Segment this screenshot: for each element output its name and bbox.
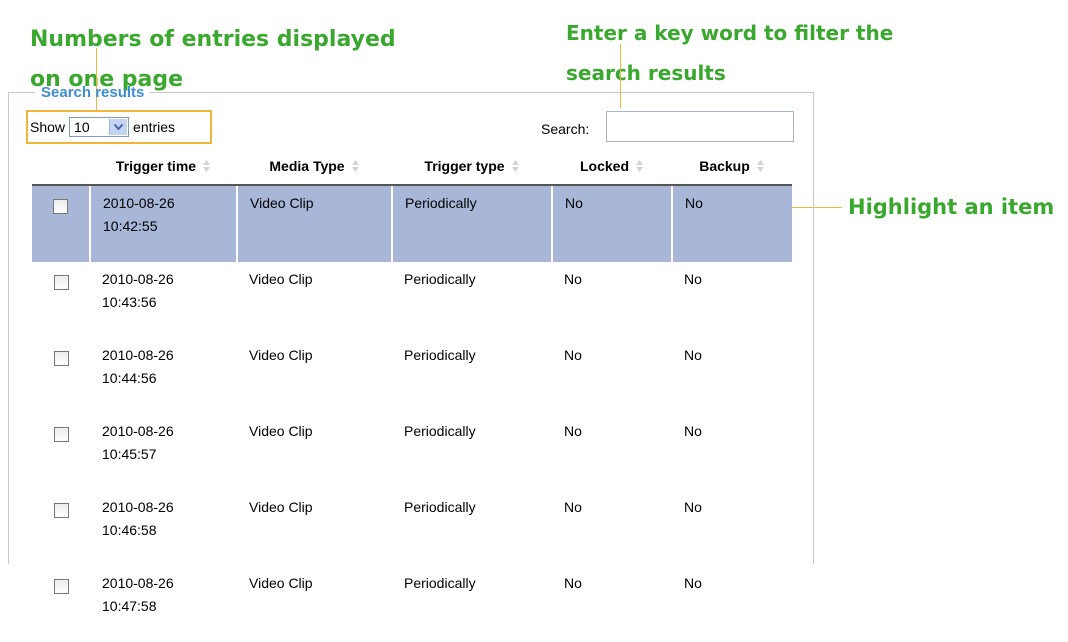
header-media-type[interactable]: Media Type <box>237 150 392 186</box>
cell-locked: No <box>564 499 582 515</box>
sort-icon <box>635 159 644 176</box>
callout-highlight: Highlight an item <box>848 195 1055 219</box>
cell-trigger-type: Periodically <box>392 185 553 262</box>
search-input[interactable] <box>606 111 794 142</box>
row-checkbox[interactable] <box>53 199 68 214</box>
cell-media-type: Video Clip <box>249 575 313 591</box>
cell-backup: No <box>684 271 702 287</box>
table-row[interactable]: 2010-08-26 10:44:56 Video Clip Periodical… <box>32 338 792 414</box>
cell-trigger-type: Periodically <box>404 423 476 439</box>
cell-trigger-time: 2010-08-26 10:45:57 <box>102 423 174 462</box>
cell-media-type: Video Clip <box>249 499 313 515</box>
cell-media-type: Video Clip <box>249 423 313 439</box>
entries-per-page-select[interactable]: 10 <box>69 117 130 137</box>
cell-locked: No <box>564 347 582 363</box>
cell-locked: No <box>564 423 582 439</box>
entries-label: entries <box>133 119 176 135</box>
cell-backup: No <box>684 575 702 591</box>
header-backup[interactable]: Backup <box>672 150 792 186</box>
sort-icon <box>511 159 520 176</box>
cell-trigger-time: 2010-08-26 10:42:55 <box>90 185 238 262</box>
table-row-highlighted[interactable]: 2010-08-26 10:42:55 Video Clip Periodical… <box>32 185 792 262</box>
cell-trigger-type: Periodically <box>404 271 476 287</box>
chevron-down-icon[interactable] <box>109 119 128 135</box>
table-row[interactable]: 2010-08-26 10:45:57 Video Clip Periodical… <box>32 414 792 490</box>
row-checkbox[interactable] <box>53 427 69 442</box>
header-locked[interactable]: Locked <box>552 150 672 186</box>
table-row[interactable]: 2010-08-26 10:46:58 Video Clip Periodical… <box>32 490 792 566</box>
cell-backup: No <box>672 185 792 262</box>
cell-trigger-time: 2010-08-26 10:47:58 <box>102 575 174 614</box>
cell-trigger-type: Periodically <box>404 575 476 591</box>
cell-locked: No <box>564 271 582 287</box>
table-row[interactable]: 2010-08-26 10:47:58 Video Clip Periodical… <box>32 566 792 642</box>
table-header-row: Trigger time Media Type Trigger type Loc… <box>32 150 792 186</box>
search-label: Search: <box>541 121 590 137</box>
sort-icon <box>351 159 360 176</box>
header-select <box>32 150 90 186</box>
sort-icon <box>202 159 211 176</box>
entries-selector: Show 10 entries <box>26 110 212 144</box>
show-label: Show <box>30 119 66 135</box>
header-trigger-time[interactable]: Trigger time <box>90 150 237 186</box>
row-checkbox[interactable] <box>53 579 69 594</box>
cell-trigger-time: 2010-08-26 10:44:56 <box>102 347 174 386</box>
row-checkbox[interactable] <box>53 275 69 290</box>
row-checkbox[interactable] <box>53 351 69 366</box>
cell-media-type: Video Clip <box>249 347 313 363</box>
cell-locked: No <box>564 575 582 591</box>
results-table: Trigger time Media Type Trigger type Loc… <box>32 150 792 642</box>
cell-media-type: Video Clip <box>249 271 313 287</box>
cell-trigger-type: Periodically <box>404 347 476 363</box>
cell-backup: No <box>684 347 702 363</box>
table-row[interactable]: 2010-08-26 10:43:56 Video Clip Periodical… <box>32 262 792 338</box>
cell-trigger-type: Periodically <box>404 499 476 515</box>
cell-backup: No <box>684 499 702 515</box>
cell-media-type: Video Clip <box>237 185 393 262</box>
entries-select-value: 10 <box>74 119 90 135</box>
cell-trigger-time: 2010-08-26 10:43:56 <box>102 271 174 310</box>
row-checkbox[interactable] <box>53 503 69 518</box>
cell-locked: No <box>552 185 673 262</box>
sort-icon <box>756 159 765 176</box>
panel-legend: Search results <box>41 84 145 101</box>
cell-trigger-time: 2010-08-26 10:46:58 <box>102 499 174 538</box>
header-trigger-type[interactable]: Trigger type <box>392 150 552 186</box>
cell-backup: No <box>684 423 702 439</box>
